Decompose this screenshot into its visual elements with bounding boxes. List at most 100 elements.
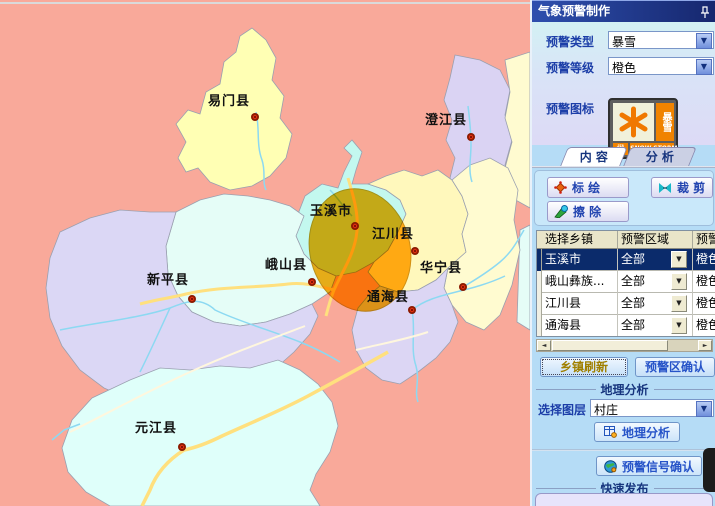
county-label-jiangchuan: 江川县 [372, 226, 414, 242]
erase-button[interactable]: 擦 除 [547, 201, 629, 222]
cell-town[interactable]: 江川县 [542, 293, 618, 315]
panel-title: 气象预警制作 [538, 4, 610, 18]
cell-town[interactable]: 通海县 [542, 315, 618, 337]
confirm-warning-signal-button[interactable]: 预警信号确认 [596, 456, 702, 476]
chevron-down-icon[interactable]: ▼ [671, 317, 687, 334]
globe-icon [604, 460, 617, 473]
warning-type-value: 暴雪 [612, 33, 636, 50]
cell-area[interactable]: 全部 ▼ [618, 249, 693, 271]
map-canvas[interactable]: 易门县 澄江县 玉溪市 江川县 华宁县 通海县 峨山县 新平县 元江县 [0, 0, 530, 506]
panel-titlebar[interactable]: 气象预警制作 [532, 0, 715, 22]
table-row[interactable]: 玉溪市 全部 ▼ 橙色 [537, 249, 715, 271]
tab-analysis[interactable]: 分 析 [623, 147, 697, 166]
plot-button[interactable]: 标 绘 [547, 177, 629, 198]
weather-warning-app: 易门县 澄江县 玉溪市 江川县 华宁县 通海县 峨山县 新平县 元江县 气象预警… [0, 0, 715, 506]
city-marker [308, 278, 316, 286]
scroll-right-icon[interactable]: ► [698, 340, 712, 351]
chevron-down-icon[interactable]: ▼ [671, 295, 687, 312]
cell-area-value: 全部 [621, 252, 645, 266]
diamond-marker-icon [554, 181, 567, 194]
clip-button-label: 裁 剪 [677, 179, 705, 196]
layer-value: 村庄 [594, 401, 618, 418]
warning-type-label: 预警类型 [546, 33, 594, 50]
map-boundary-line [0, 2, 530, 4]
cell-area-value: 全部 [621, 318, 645, 332]
col-header-level[interactable]: 预警等级 [693, 231, 715, 249]
geo-group-caption: 地理分析 [601, 381, 649, 398]
col-header-area[interactable]: 预警区域 [618, 231, 693, 249]
cell-area[interactable]: 全部 ▼ [618, 293, 693, 315]
city-marker [408, 306, 416, 314]
plot-button-label: 标 绘 [572, 179, 600, 196]
snowflake-icon [613, 103, 654, 141]
tab-analysis-label: 分 析 [628, 148, 692, 166]
county-label-huaning: 华宁县 [420, 260, 462, 276]
county-label-tonghai: 通海县 [367, 289, 409, 305]
table-row[interactable]: 峨山彝族... 全部 ▼ 橙色 [537, 271, 715, 293]
cell-area-value: 全部 [621, 296, 645, 310]
warning-icon-label: 预警图标 [546, 100, 594, 117]
chevron-down-icon[interactable]: ▼ [696, 401, 712, 417]
city-marker [411, 247, 419, 255]
tab-content[interactable]: 内 容 [560, 147, 628, 166]
eraser-icon [554, 205, 568, 218]
warning-maker-panel: 气象预警制作 预警类型 暴雪 ▼ 预警等级 橙色 ▼ 预警图标 [530, 0, 715, 506]
geo-analysis-group-label: 地理分析 [536, 381, 713, 398]
warning-form: 预警类型 暴雪 ▼ 预警等级 橙色 ▼ 预警图标 [532, 22, 715, 145]
section-divider [532, 449, 715, 451]
city-marker [251, 113, 259, 121]
city-marker [467, 133, 475, 141]
warning-level-value: 橙色 [612, 59, 636, 76]
cell-area[interactable]: 全部 ▼ [618, 271, 693, 293]
cell-level[interactable]: 橙色 [693, 315, 715, 337]
cell-level[interactable]: 橙色 [693, 293, 715, 315]
chevron-down-icon[interactable]: ▼ [671, 273, 687, 290]
tab-content-label: 内 容 [565, 148, 623, 166]
warning-level-label: 预警等级 [546, 59, 594, 76]
clip-button[interactable]: 裁 剪 [651, 177, 713, 198]
layer-select-label: 选择图层 [538, 401, 586, 418]
geo-analysis-button-label: 地理分析 [622, 424, 670, 441]
township-table[interactable]: 选择乡镇 预警区域 预警等级 玉溪市 全部 ▼ 橙色 峨山彝族... 全部 ▼ [536, 230, 715, 337]
table-row[interactable]: 通海县 全部 ▼ 橙色 [537, 315, 715, 337]
city-marker [178, 443, 186, 451]
warning-icon-name-badge: 暴雪 [656, 103, 674, 141]
county-label-yuanjiang: 元江县 [135, 420, 177, 436]
cell-area[interactable]: 全部 ▼ [618, 315, 693, 337]
col-header-town[interactable]: 选择乡镇 [537, 231, 618, 249]
cell-area-value: 全部 [621, 274, 645, 288]
table-hscrollbar[interactable]: ◄ ► [536, 339, 713, 352]
scrollbar-thumb[interactable] [552, 340, 668, 351]
scroll-left-icon[interactable]: ◄ [537, 340, 551, 351]
tab-divider [532, 166, 715, 168]
county-label-chengjiang: 澄江县 [425, 112, 467, 128]
warning-level-select[interactable]: 橙色 ▼ [608, 57, 714, 75]
city-marker [459, 283, 467, 291]
chevron-down-icon[interactable]: ▼ [671, 251, 687, 268]
geo-analysis-button[interactable]: 地理分析 [594, 422, 680, 442]
county-label-yimen: 易门县 [208, 93, 250, 109]
table-row[interactable]: 江川县 全部 ▼ 橙色 [537, 293, 715, 315]
analysis-toolbar: 标 绘 裁 剪 擦 除 [534, 170, 714, 226]
scissors-icon [658, 182, 672, 194]
quick-publish-box [535, 493, 713, 506]
cell-town[interactable]: 峨山彝族... [542, 271, 618, 293]
chevron-down-icon[interactable]: ▼ [696, 59, 712, 75]
geo-analysis-icon [604, 426, 617, 438]
erase-button-label: 擦 除 [573, 203, 601, 220]
refresh-towns-button[interactable]: 乡镇刷新 [540, 357, 628, 377]
chevron-down-icon[interactable]: ▼ [696, 33, 712, 49]
confirm-signal-button-label: 预警信号确认 [622, 458, 694, 475]
cell-town[interactable]: 玉溪市 [542, 249, 618, 271]
city-marker [351, 222, 359, 230]
confirm-warning-area-button[interactable]: 预警区确认 [635, 357, 715, 377]
city-marker [188, 295, 196, 303]
cell-level[interactable]: 橙色 [693, 271, 715, 293]
cell-level[interactable]: 橙色 [693, 249, 715, 271]
edge-grip-handle[interactable] [703, 448, 715, 492]
county-label-eshan: 峨山县 [265, 257, 307, 273]
county-label-xinping: 新平县 [147, 272, 189, 288]
county-label-yuxi: 玉溪市 [310, 203, 352, 219]
warning-type-select[interactable]: 暴雪 ▼ [608, 31, 714, 49]
layer-select[interactable]: 村庄 ▼ [590, 399, 714, 417]
